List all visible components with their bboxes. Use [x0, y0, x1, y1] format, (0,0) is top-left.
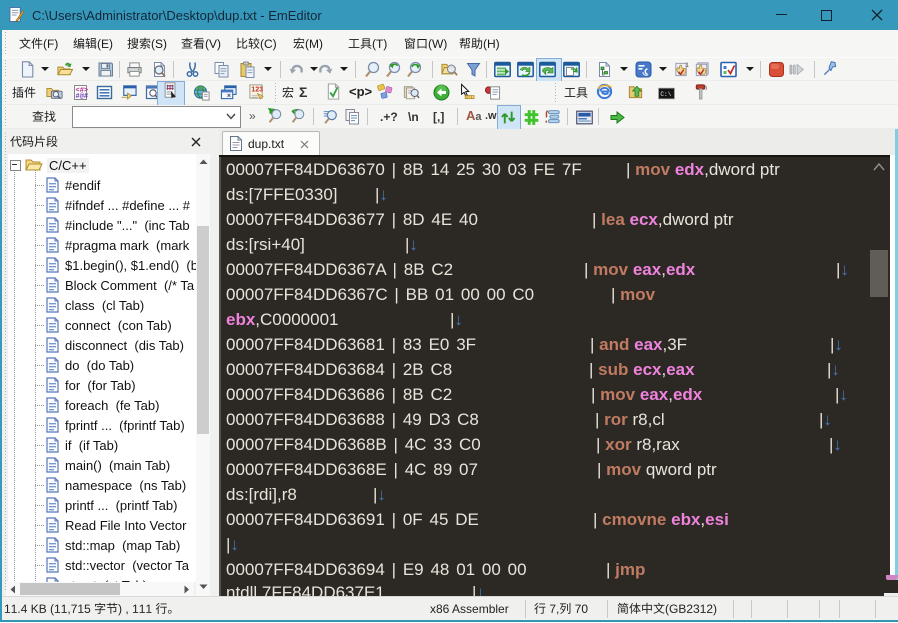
svg-text:#@#: #@#: [76, 93, 89, 101]
svg-text:123: 123: [251, 86, 263, 94]
svg-text:C:\: C:\: [660, 91, 671, 98]
svg-text:1: 1: [685, 62, 689, 69]
